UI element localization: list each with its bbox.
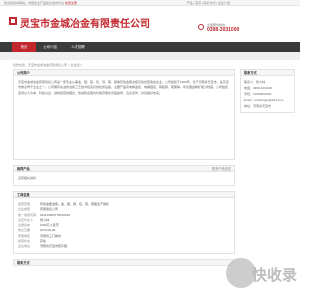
top-links[interactable]: 产品 | 首页 | 联系方式 | 企业介绍	[187, 1, 230, 5]
more-products-link[interactable]: 更多产品信息	[212, 166, 231, 173]
main-content: 公司简介 灵宝市金城冶金有限责任公司是一家专业从事金、银、铜、铅、锌、硫、铋等有…	[13, 69, 235, 266]
register-link[interactable]: 免费注册	[65, 1, 77, 5]
welcome-text: 欢迎来到本网站，中国企业产品信息发布平台 免费注册	[4, 1, 77, 5]
main-nav: 首页 公司介绍 人才招聘	[0, 42, 300, 52]
nav-item-about[interactable]: 公司介绍	[36, 42, 64, 52]
contact-body: 联系人：张小林 电话：0398-3031000 手机：13939831000 E…	[240, 76, 295, 113]
info-row: 企业地址 河南省灵宝市阳平镇	[18, 244, 68, 249]
products-body: 没有相关资料	[13, 172, 235, 186]
watermark: 快收录	[226, 252, 298, 296]
contact-bottom-title: 联系方式	[13, 259, 235, 266]
nav-item-jobs[interactable]: 人才招聘	[64, 42, 92, 52]
company-logo-icon	[9, 17, 17, 25]
sidebar: 联系方式 联系人：张小林 电话：0398-3031000 手机：13939831…	[240, 69, 295, 113]
contact-address: 地址：河南省灵宝市	[244, 104, 272, 108]
intro-text: 灵宝市金城冶金有限责任公司是一家专业从事金、银、铜、铅、锌、硫、铋等有色金属冶炼…	[18, 80, 229, 95]
breadcrumb[interactable]: 您的位置：灵宝市金城冶金有限责任公司 > 企业简介	[13, 63, 82, 67]
site-header: 灵宝市金城冶金有限责任公司 全国服务热线 0398-3031000	[0, 6, 300, 42]
contact-title: 联系方式	[240, 69, 295, 76]
watermark-text: 快收录	[252, 266, 298, 284]
intro-title: 公司简介	[13, 69, 235, 76]
products-header: 推荐产品 更多产品信息	[13, 165, 235, 172]
intro-body: 灵宝市金城冶金有限责任公司是一家专业从事金、银、铜、铅、锌、硫、铋等有色金属冶炼…	[13, 76, 235, 160]
business-info-title: 工商信息	[13, 191, 235, 198]
products-empty: 没有相关资料	[18, 176, 37, 180]
company-name[interactable]: 灵宝市金城冶金有限责任公司	[20, 15, 150, 30]
banner-strip	[0, 52, 300, 60]
nav-item-home[interactable]: 首页	[12, 42, 36, 52]
hotline-number: 0398-3031000	[207, 27, 240, 33]
business-info-body: 经营范围 有色金属冶炼，金、银、铜、铅、锌、硫酸生产销售 企业类型 有限责任公司 统…	[13, 198, 235, 254]
phone-icon	[198, 24, 204, 30]
products-title: 推荐产品	[17, 167, 30, 171]
